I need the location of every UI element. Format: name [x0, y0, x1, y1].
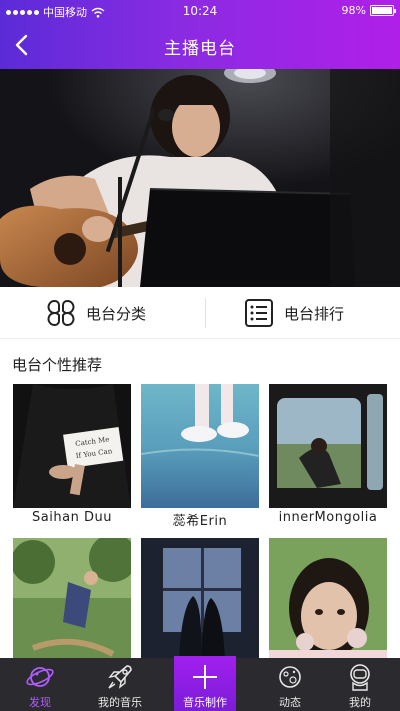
recommend-item[interactable]: [13, 538, 131, 662]
battery-icon: [370, 5, 396, 16]
recommend-thumbnail: Catch Me If You Can: [13, 384, 131, 508]
radio-category-label: 电台分类: [86, 304, 147, 323]
banner-image[interactable]: [0, 69, 400, 287]
nav-bar: 主播电台: [0, 22, 400, 69]
recommend-thumbnail: [269, 384, 387, 508]
banner-photo: [0, 69, 400, 287]
recommend-thumbnail: [141, 538, 259, 662]
recommend-item[interactable]: Catch Me If You Can Saihan Duu: [13, 384, 131, 525]
rocket-icon: [108, 665, 132, 689]
recommend-item[interactable]: [269, 538, 387, 662]
recommend-caption: innerMongolia: [278, 510, 378, 525]
planet-ring-icon: [279, 666, 301, 688]
recommend-caption: Saihan Duu: [32, 510, 112, 525]
status-right: 98%: [341, 4, 396, 17]
tab-my-music[interactable]: 我的音乐: [80, 658, 160, 711]
tab-label: 音乐制作: [183, 696, 227, 709]
radio-category-button[interactable]: 电台分类: [46, 287, 146, 339]
entry-row: 电台分类 电台排行: [0, 287, 400, 339]
battery-fill: [372, 7, 392, 14]
recommend-item[interactable]: [141, 538, 259, 662]
plus-icon: [193, 665, 217, 689]
recommend-item[interactable]: 蕊希Erin: [141, 384, 259, 529]
entry-divider: [205, 298, 206, 328]
tab-discover[interactable]: 发现: [0, 658, 80, 711]
section-title: 电台个性推荐: [12, 356, 103, 374]
status-bar: 中国移动 10:24 98%: [0, 0, 400, 22]
radio-ranking-label: 电台排行: [284, 304, 345, 323]
battery-percent: 98%: [341, 4, 366, 17]
tab-label: 发现: [29, 696, 51, 709]
recommend-thumbnail: [269, 538, 387, 662]
ranking-list-icon: [245, 299, 273, 327]
tab-label: 我的音乐: [98, 696, 142, 709]
bottom-tab-bar: 发现 我的音乐 音乐制作 动态 我的: [0, 656, 400, 711]
app-header: 中国移动 10:24 98% 主播电台: [0, 0, 400, 69]
tab-feed[interactable]: 动态: [250, 658, 330, 711]
astronaut-icon: [350, 664, 370, 691]
recommend-caption: 蕊希Erin: [172, 514, 228, 529]
tab-label: 动态: [279, 696, 301, 709]
tab-mine[interactable]: 我的: [320, 658, 400, 711]
recommend-thumbnail: [141, 384, 259, 508]
recommend-item[interactable]: innerMongolia: [269, 384, 387, 525]
radio-ranking-button[interactable]: 电台排行: [244, 287, 344, 339]
tab-music-production[interactable]: 音乐制作: [174, 656, 236, 711]
tab-label: 我的: [349, 696, 371, 709]
planet-icon: [26, 667, 54, 687]
category-grid-icon: [47, 300, 75, 326]
page-title: 主播电台: [164, 39, 236, 59]
recommend-thumbnail: [13, 538, 131, 662]
status-time: 10:24: [182, 4, 218, 18]
